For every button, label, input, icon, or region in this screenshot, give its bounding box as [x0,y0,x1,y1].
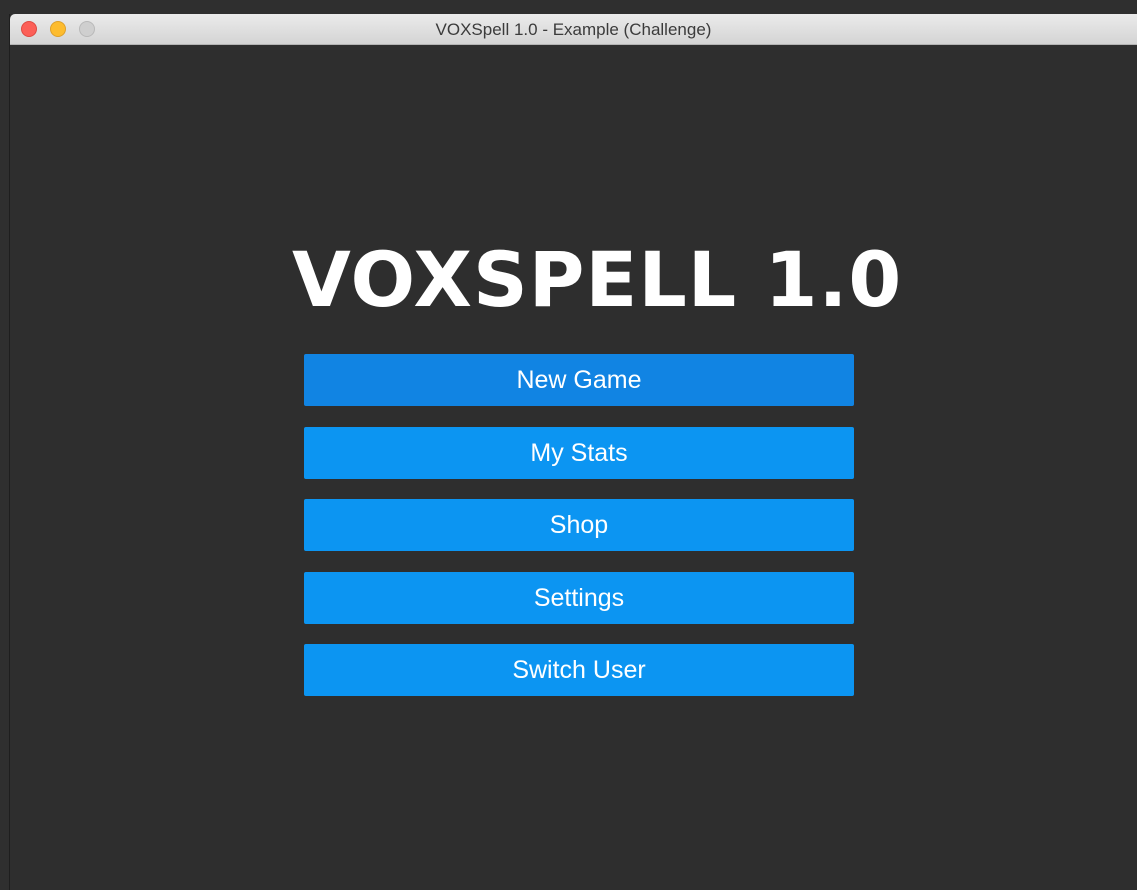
settings-button[interactable]: Settings [304,572,854,624]
window-title: VOXSpell 1.0 - Example (Challenge) [435,20,712,39]
title-bar[interactable]: VOXSpell 1.0 - Example (Challenge) [10,14,1137,45]
main-menu: VOXSPELL 1.0 New Game My Stats Shop Sett… [10,45,1137,890]
app-title: VOXSPELL 1.0 [292,235,903,324]
my-stats-button[interactable]: My Stats [304,427,854,479]
app-window: VOXSpell 1.0 - Example (Challenge) VOXSP… [9,14,1137,890]
shop-button[interactable]: Shop [304,499,854,551]
new-game-button[interactable]: New Game [304,354,854,406]
switch-user-button[interactable]: Switch User [304,644,854,696]
